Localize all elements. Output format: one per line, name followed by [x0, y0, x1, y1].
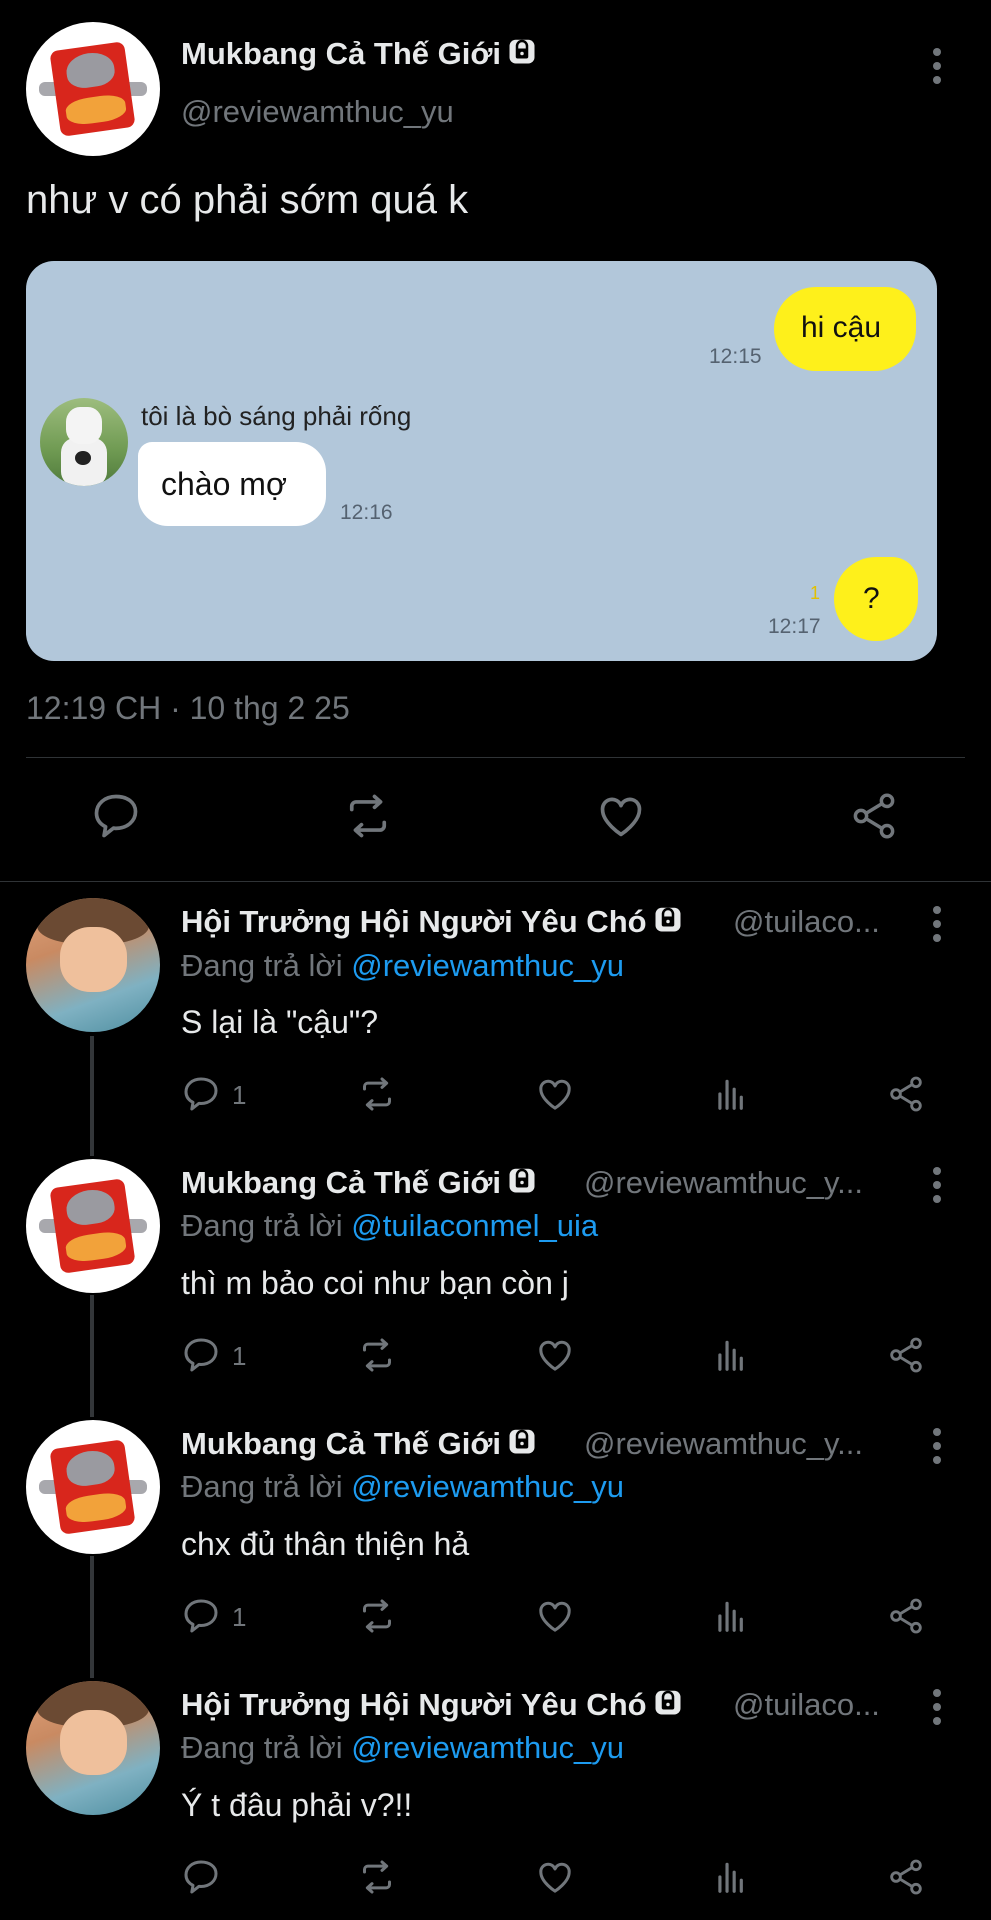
thread-line	[90, 1295, 94, 1417]
like-icon[interactable]	[534, 1074, 576, 1114]
retweet-icon[interactable]	[355, 1596, 399, 1636]
reply-display-name[interactable]: Mukbang Cả Thế Giới	[181, 1426, 537, 1462]
share-icon[interactable]	[886, 1857, 926, 1897]
main-tweet-text: như v có phải sớm quá k	[26, 178, 469, 222]
chat-sender-avatar	[40, 398, 128, 486]
more-options-icon[interactable]	[927, 1428, 947, 1468]
share-icon[interactable]	[886, 1596, 926, 1636]
reply-avatar[interactable]	[26, 1420, 160, 1554]
main-tweet-display-name[interactable]: Mukbang Cả Thế Giới	[181, 36, 537, 72]
share-icon[interactable]	[846, 790, 902, 842]
chat-bubble-sent: ?	[834, 557, 918, 641]
reply-icon[interactable]	[181, 1074, 221, 1114]
more-options-icon[interactable]	[927, 48, 947, 88]
reply-count: 1	[232, 1602, 247, 1632]
chat-time: 12:15	[709, 345, 762, 368]
reply-handle[interactable]: @reviewamthuc_y...	[584, 1165, 863, 1201]
views-icon[interactable]	[712, 1335, 750, 1375]
tweet-timestamp[interactable]: 12:19 CH · 10 thg 2 25	[26, 690, 350, 727]
chat-screenshot-image[interactable]: hi cậu 12:15 tôi là bò sáng phải rống ch…	[26, 261, 937, 661]
reply-text: Ý t đâu phải v?!!	[181, 1787, 413, 1823]
reply-handle[interactable]: @tuilaco...	[733, 904, 880, 940]
retweet-icon[interactable]	[340, 790, 396, 842]
retweet-icon[interactable]	[355, 1074, 399, 1114]
chat-sender-name: tôi là bò sáng phải rống	[141, 401, 412, 431]
mention-link[interactable]: @reviewamthuc_yu	[351, 948, 624, 983]
like-icon[interactable]	[594, 790, 648, 842]
replying-to: Đang trả lời @reviewamthuc_yu	[181, 1730, 624, 1765]
reply-icon[interactable]	[181, 1596, 221, 1636]
views-icon[interactable]	[712, 1074, 750, 1114]
retweet-icon[interactable]	[355, 1857, 399, 1897]
more-options-icon[interactable]	[927, 1689, 947, 1729]
divider	[0, 881, 991, 882]
replying-to: Đang trả lời @reviewamthuc_yu	[181, 948, 624, 983]
lock-icon	[507, 1426, 537, 1454]
reply-display-name[interactable]: Hội Trưởng Hội Người Yêu Chó	[181, 1687, 683, 1723]
like-icon[interactable]	[534, 1857, 576, 1897]
chat-bubble-sent: hi cậu	[774, 287, 916, 371]
more-options-icon[interactable]	[927, 906, 947, 946]
like-icon[interactable]	[534, 1335, 576, 1375]
chat-unread-count: 1	[810, 583, 821, 603]
like-icon[interactable]	[534, 1596, 576, 1636]
reply-handle[interactable]: @tuilaco...	[733, 1687, 880, 1723]
more-options-icon[interactable]	[927, 1167, 947, 1207]
reply-count: 1	[232, 1080, 247, 1110]
reply-icon[interactable]	[90, 790, 142, 842]
chat-bubble-received: chào mợ	[138, 442, 326, 526]
thread-line	[90, 1556, 94, 1678]
views-icon[interactable]	[712, 1857, 750, 1897]
mention-link[interactable]: @tuilaconmel_uia	[351, 1208, 598, 1243]
reply-text: thì m bảo coi như bạn còn j	[181, 1265, 569, 1301]
reply-avatar[interactable]	[26, 898, 160, 1032]
share-icon[interactable]	[886, 1074, 926, 1114]
reply-text: S lại là "cậu"?	[181, 1004, 379, 1040]
lock-icon	[653, 904, 683, 932]
reply-count: 1	[232, 1341, 247, 1371]
reply-display-name[interactable]: Mukbang Cả Thế Giới	[181, 1165, 537, 1201]
main-tweet-avatar[interactable]	[26, 22, 160, 156]
lock-icon	[507, 36, 537, 64]
lock-icon	[507, 1165, 537, 1193]
reply-display-name[interactable]: Hội Trưởng Hội Người Yêu Chó	[181, 904, 683, 940]
mention-link[interactable]: @reviewamthuc_yu	[351, 1469, 624, 1504]
views-icon[interactable]	[712, 1596, 750, 1636]
reply-icon[interactable]	[181, 1857, 221, 1897]
retweet-icon[interactable]	[355, 1335, 399, 1375]
divider	[26, 757, 965, 758]
lock-icon	[653, 1687, 683, 1715]
replying-to: Đang trả lời @reviewamthuc_yu	[181, 1469, 624, 1504]
thread-line	[90, 1036, 94, 1156]
chat-time: 12:17	[768, 615, 821, 638]
mention-link[interactable]: @reviewamthuc_yu	[351, 1730, 624, 1765]
reply-avatar[interactable]	[26, 1681, 160, 1815]
reply-handle[interactable]: @reviewamthuc_y...	[584, 1426, 863, 1462]
chat-time: 12:16	[340, 501, 393, 524]
reply-icon[interactable]	[181, 1335, 221, 1375]
share-icon[interactable]	[886, 1335, 926, 1375]
replying-to: Đang trả lời @tuilaconmel_uia	[181, 1208, 599, 1243]
reply-avatar[interactable]	[26, 1159, 160, 1293]
main-tweet-handle[interactable]: @reviewamthuc_yu	[181, 94, 454, 130]
reply-text: chx đủ thân thiện hả	[181, 1526, 470, 1562]
